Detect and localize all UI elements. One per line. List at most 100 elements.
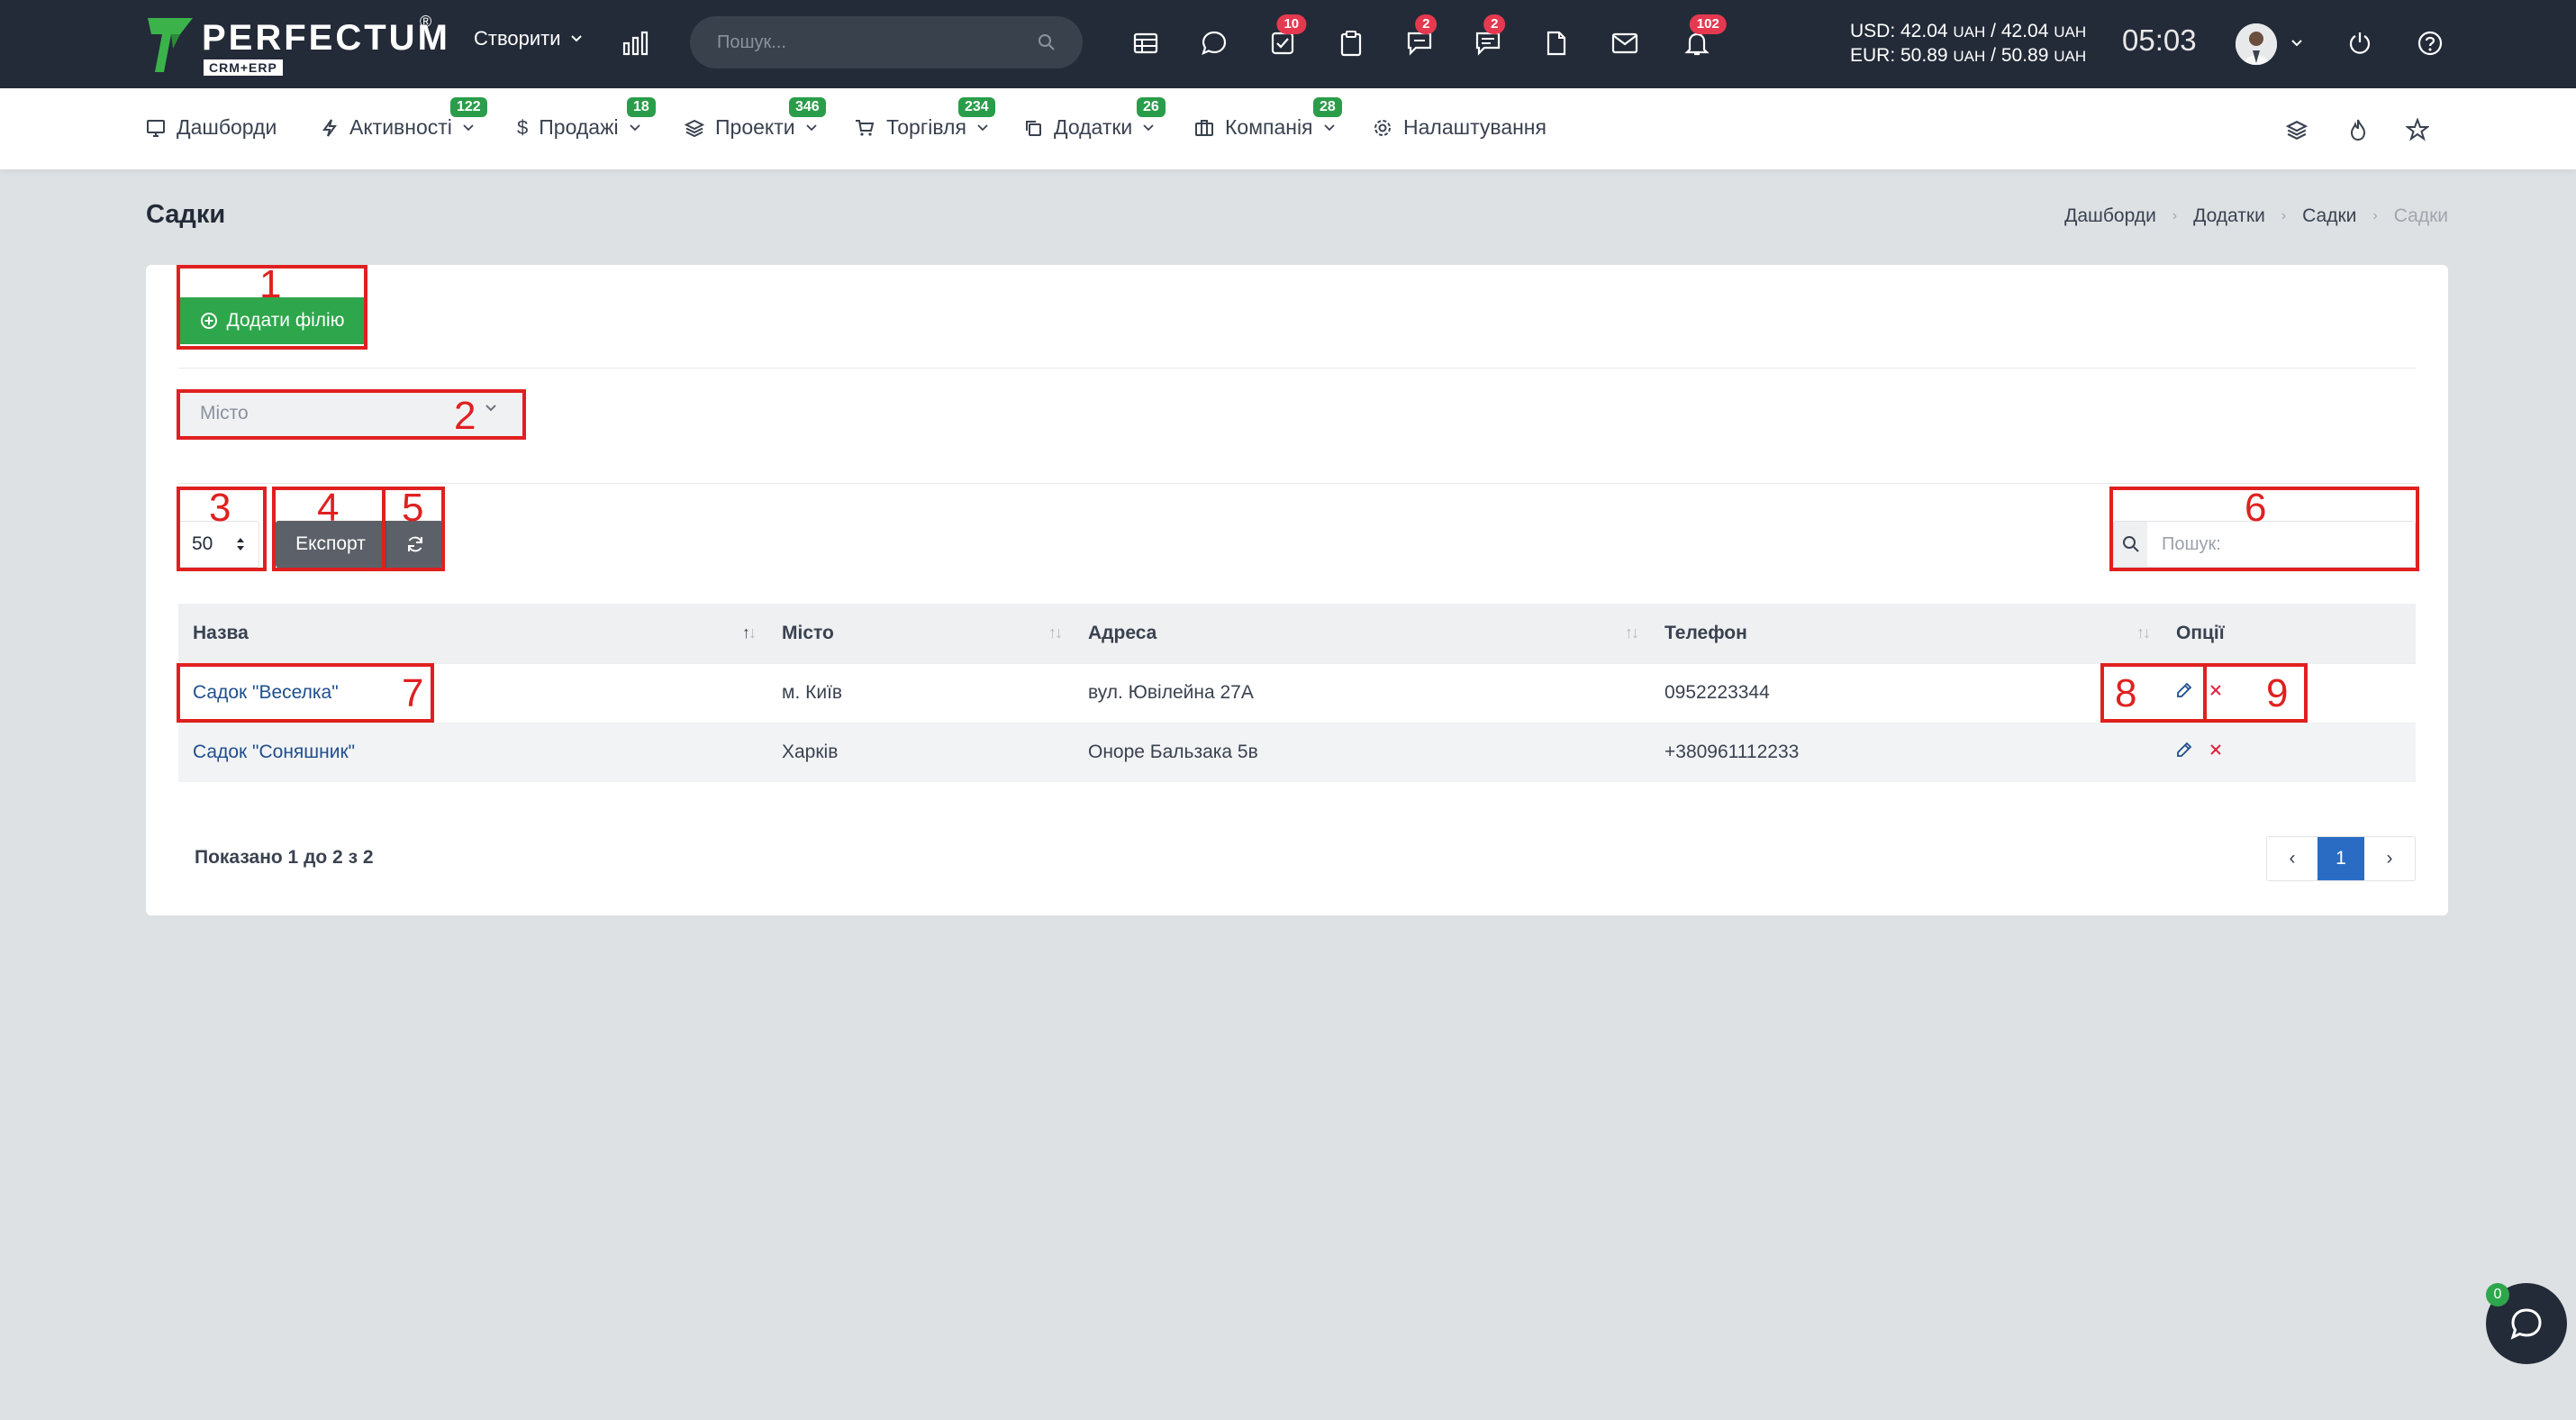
nav-company[interactable]: Компанія 28 [1194,97,1342,140]
table-search-input[interactable] [2147,522,2415,567]
chevron-down-icon [485,405,496,412]
create-menu-button[interactable]: Створити [474,27,583,50]
table-info: Показано 1 до 2 з 2 [195,847,374,868]
fire-icon[interactable] [2342,114,2374,146]
notifications-bell-icon[interactable]: 102 [1679,14,1727,61]
sort-icon[interactable]: ↑↓ [1625,624,1639,642]
main-nav: Дашборди Активності 122 $ Продажі 18 Про… [0,88,2576,169]
clock: 05:03 [2122,23,2197,57]
column-header-phone[interactable]: Телефон ↑↓ [1650,604,2162,663]
chevron-down-icon [463,123,474,131]
annotation-number: 2 [454,394,476,438]
global-search-input[interactable] [717,32,1038,53]
column-header-city[interactable]: Місто ↑↓ [767,604,1074,663]
nav-sales[interactable]: $ Продажі 18 [517,97,656,140]
branch-address: вул. Ювілейна 27А [1074,662,1650,723]
breadcrumb-separator-icon: › [2372,208,2378,223]
breadcrumb-separator-icon: › [2281,208,2287,223]
analytics-chart-icon[interactable] [618,25,654,61]
search-icon[interactable] [1038,33,1056,51]
nav-badge: 18 [627,97,656,117]
divider [178,368,2416,369]
nav-badge: 234 [958,97,995,117]
user-menu-chevron-icon[interactable] [2284,25,2309,61]
help-icon[interactable] [2412,25,2448,61]
document-icon[interactable] [1538,25,1574,61]
delete-x-icon[interactable] [2209,683,2223,697]
nav-badge: 26 [1137,97,1166,117]
column-header-address[interactable]: Адреса ↑↓ [1074,604,1650,663]
layers-icon [685,119,704,137]
nav-activities[interactable]: Активності 122 [321,97,487,140]
mail-icon[interactable] [1607,25,1643,61]
tasks-check-icon[interactable]: 10 [1265,14,1307,61]
power-icon[interactable] [2342,25,2378,61]
sort-arrows-icon [237,538,244,551]
nav-label: Активності [349,115,452,139]
delete-x-icon[interactable] [2209,742,2223,757]
nav-addons[interactable]: Додатки 26 [1023,97,1166,140]
comments-icon[interactable]: 2 [1401,14,1438,61]
breadcrumb-link[interactable]: Садки [2302,205,2356,227]
annotation-number: 4 [317,486,340,530]
clipboard-icon[interactable] [1333,25,1369,61]
edit-pencil-icon[interactable] [2176,682,2192,698]
annotation-number: 5 [402,486,424,530]
logo-subtitle: CRM+ERP [204,59,283,76]
chevron-down-icon [629,123,640,131]
pagination: ‹ 1 › [2266,836,2416,881]
sort-asc-icon[interactable]: ↑↓ [742,624,757,642]
chevron-down-icon [1143,123,1154,131]
dollar-icon: $ [517,115,529,139]
pagination-prev-icon[interactable]: ‹ [2267,837,2317,880]
branch-phone: +380961112233 [1650,722,2162,782]
nav-label: Дашборди [177,115,277,139]
annotation-number: 3 [209,486,231,530]
currency-rates: USD: 42.04 UAH / 42.04 UAH EUR: 50.89 UA… [1850,20,2086,68]
tasks-badge: 10 [1276,14,1307,34]
briefcase-icon [1195,119,1213,136]
annotation-number: 8 [2115,671,2137,715]
chat-bubble-icon [2510,1308,2542,1340]
layers-icon[interactable] [2281,114,2313,146]
create-label: Створити [474,27,561,50]
breadcrumb-link[interactable]: Додатки [2193,205,2265,227]
chevron-down-icon [805,123,817,131]
pagination-next-icon[interactable]: › [2364,837,2415,880]
eur-rate: EUR: 50.89 UAH / 50.89 UAH [1850,45,2087,66]
branch-phone: 0952223344 [1650,662,2162,723]
nav-label: Налаштування [1403,115,1547,139]
avatar[interactable] [2236,23,2277,65]
refresh-icon [407,536,422,552]
nav-trade[interactable]: Торгівля 234 [854,97,995,140]
breadcrumb-link[interactable]: Дашборди [2064,205,2156,227]
branch-name-link[interactable]: Садок "Веселка" [193,682,339,703]
breadcrumb-current: Садки [2393,205,2448,226]
plus-circle-icon [200,313,217,329]
sort-icon[interactable]: ↑↓ [1048,624,1063,642]
branch-city: м. Київ [767,662,1074,723]
table-header-row: Назва ↑↓ Місто ↑↓ Адреса ↑↓ Телефон ↑↓ Опції [178,604,2416,663]
nav-settings[interactable]: Налаштування [1373,115,1547,140]
column-header-name[interactable]: Назва ↑↓ [178,604,767,663]
logo[interactable]: PERFECTUM ® CRM+ERP [144,13,450,76]
top-bar: PERFECTUM ® CRM+ERP Створити 10 2 2 [0,0,2576,88]
chevron-down-icon [977,123,988,131]
edit-pencil-icon[interactable] [2176,742,2192,758]
calendar-grid-icon[interactable] [1128,25,1164,61]
nav-badge: 122 [450,97,487,117]
nav-dashboards[interactable]: Дашборди [146,115,277,140]
table-row: Садок "Соняшник" Харків Оноре Бальзака 5… [178,722,2416,782]
lightning-icon [322,118,337,137]
global-search[interactable] [690,16,1083,68]
copy-icon [1026,120,1041,136]
messages-icon[interactable]: 2 [1470,14,1506,61]
messages-badge: 2 [1483,14,1506,34]
nav-projects[interactable]: Проекти 346 [685,97,826,140]
sort-icon[interactable]: ↑↓ [2136,624,2151,642]
branch-name-link[interactable]: Садок "Соняшник" [193,742,355,762]
star-icon[interactable] [2401,114,2434,146]
pagination-page[interactable]: 1 [2317,837,2364,880]
divider [178,483,2416,484]
chat-bubble-icon[interactable] [1196,25,1232,61]
